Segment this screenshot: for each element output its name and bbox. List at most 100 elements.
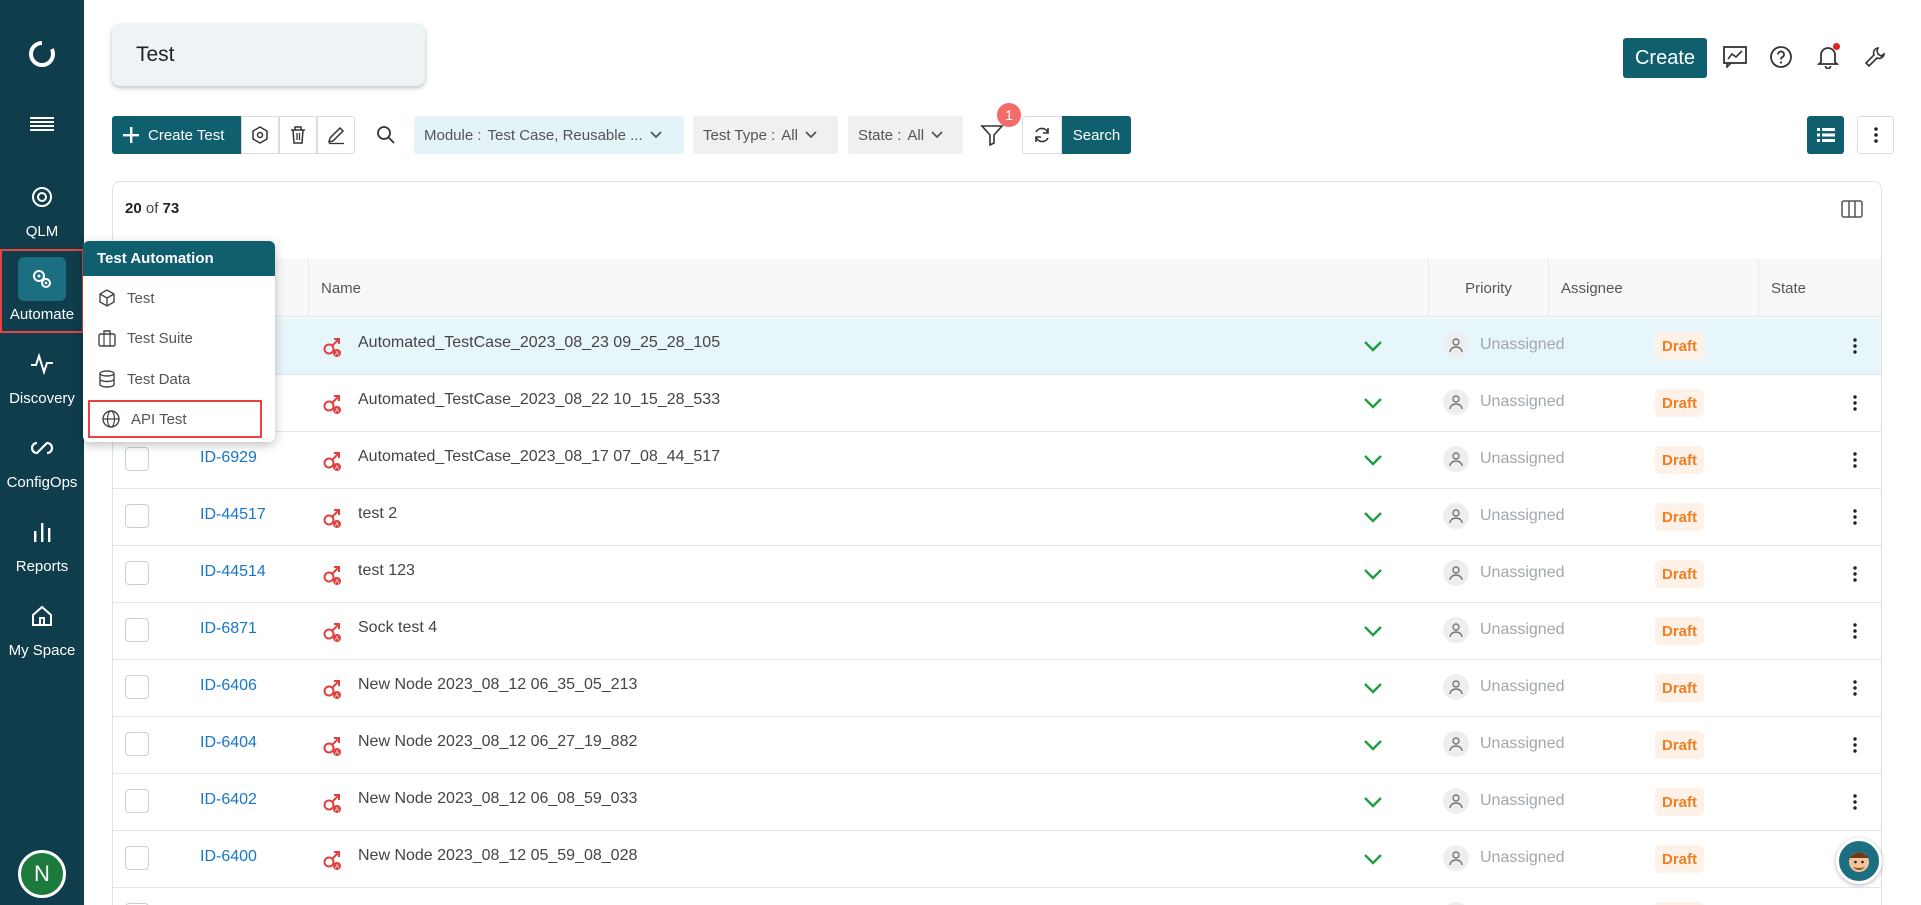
row-more-icon[interactable] <box>1843 334 1867 358</box>
sidebar-item-automate[interactable]: Automate <box>0 249 84 333</box>
table-row[interactable]: A Automated_TestCase_2023_08_23 09_25_28_… <box>113 318 1881 375</box>
sidebar-item-qlm[interactable]: QLM <box>0 166 84 250</box>
automation-type-icon: A <box>320 505 346 531</box>
row-checkbox[interactable] <box>125 618 149 642</box>
wrench-icon[interactable] <box>1862 44 1888 70</box>
menu-item-api-test[interactable]: API Test <box>87 399 263 439</box>
hamburger-menu-icon[interactable] <box>30 115 54 133</box>
search-button[interactable]: Search <box>1062 116 1131 154</box>
row-name[interactable]: New Node 2023_08_12 05_59_08_028 <box>358 847 637 865</box>
row-id-link[interactable]: ID-6402 <box>200 791 257 809</box>
status-badge: Draft <box>1655 446 1705 474</box>
svg-text:A: A <box>335 409 339 415</box>
filter-icon[interactable] <box>979 122 1005 148</box>
row-id-link[interactable]: ID-6929 <box>200 449 257 467</box>
test-type-filter-dropdown[interactable]: Test Type : All <box>693 116 838 154</box>
column-header-state[interactable]: State <box>1758 259 1921 317</box>
edit-button[interactable] <box>317 116 355 154</box>
status-badge: Draft <box>1655 503 1705 531</box>
row-name[interactable]: test 123 <box>358 562 415 580</box>
table-row[interactable]: ID-6406 A New Node 2023_08_12 06_35_05_213… <box>113 660 1881 717</box>
column-header-priority[interactable]: Priority <box>1428 259 1548 317</box>
list-view-button[interactable] <box>1807 116 1844 154</box>
row-name[interactable]: New Node 2023_08_12 06_08_59_033 <box>358 790 637 808</box>
row-more-icon[interactable] <box>1843 562 1867 586</box>
row-id-link[interactable]: ID-44517 <box>200 506 266 524</box>
test-type-filter-value: All <box>781 126 798 144</box>
avatar[interactable]: N <box>18 850 66 898</box>
row-more-icon[interactable] <box>1843 448 1867 472</box>
row-name[interactable]: New Node 2023_08_12 06_27_19_882 <box>358 733 637 751</box>
chatbot-avatar[interactable] <box>1836 838 1882 884</box>
status-badge: Draft <box>1655 674 1705 702</box>
column-header-name[interactable]: Name <box>308 259 1428 317</box>
row-assignee: Unassigned <box>1480 564 1565 581</box>
table-row[interactable]: ID-6402 A New Node 2023_08_12 06_08_59_033… <box>113 774 1881 831</box>
row-checkbox[interactable] <box>125 561 149 585</box>
table-row[interactable]: ID-6871 A Sock test 4 Unassigned Draft <box>113 603 1881 660</box>
status-badge: Draft <box>1655 788 1705 816</box>
sidebar-item-discovery[interactable]: Discovery <box>0 333 84 417</box>
menu-item-test[interactable]: Test <box>83 278 275 318</box>
create-button[interactable]: Create <box>1623 38 1707 78</box>
row-name[interactable]: Automated_TestCase_2023_08_22 10_15_28_5… <box>358 391 720 409</box>
row-name[interactable]: test 2 <box>358 505 397 523</box>
row-assignee: Unassigned <box>1480 450 1565 467</box>
table-row[interactable]: ID-44517 Atest 2 Unassigned Draft <box>113 489 1881 546</box>
row-id-link[interactable]: ID-6406 <box>200 677 257 695</box>
row-checkbox[interactable] <box>125 789 149 813</box>
list-view-icon <box>1816 128 1835 142</box>
sidebar-item-my-space[interactable]: My Space <box>0 585 84 669</box>
row-id-link[interactable]: ID-44514 <box>200 563 266 581</box>
status-badge: Draft <box>1655 560 1705 588</box>
row-more-icon[interactable] <box>1843 790 1867 814</box>
state-filter-dropdown[interactable]: State : All <box>848 116 963 154</box>
column-header-assignee[interactable]: Assignee <box>1548 259 1758 317</box>
help-icon[interactable] <box>1768 44 1794 70</box>
bell-icon[interactable] <box>1815 43 1841 70</box>
row-more-icon[interactable] <box>1843 505 1867 529</box>
row-more-icon[interactable] <box>1843 733 1867 757</box>
row-id-link[interactable]: ID-6404 <box>200 734 257 752</box>
menu-item-test-suite[interactable]: Test Suite <box>83 318 275 358</box>
row-id-link[interactable]: ID-6871 <box>200 620 257 638</box>
row-more-icon[interactable] <box>1843 391 1867 415</box>
row-checkbox[interactable] <box>125 675 149 699</box>
refresh-button[interactable] <box>1022 116 1062 154</box>
module-filter-dropdown[interactable]: Module : Test Case, Reusable ... <box>414 116 684 154</box>
sidebar-item-reports[interactable]: Reports <box>0 501 84 585</box>
table-row[interactable]: A Automated_TestCase_2023_08_22 10_15_28_… <box>113 375 1881 432</box>
row-more-icon[interactable] <box>1843 676 1867 700</box>
user-icon <box>1443 674 1469 700</box>
row-checkbox[interactable] <box>125 504 149 528</box>
chevron-down-icon <box>649 131 662 139</box>
create-test-button[interactable]: Create Test <box>112 116 241 154</box>
automation-type-icon: A <box>320 391 346 417</box>
row-more-icon[interactable] <box>1843 619 1867 643</box>
row-name[interactable]: Automated_TestCase_2023_08_17 07_08_44_5… <box>358 448 720 466</box>
table-row[interactable]: ID-44514 Atest 123 Unassigned Draft <box>113 546 1881 603</box>
more-options-button[interactable] <box>1857 116 1894 154</box>
logo-icon[interactable] <box>26 38 58 70</box>
row-checkbox[interactable] <box>125 447 149 471</box>
row-id-link[interactable]: ID-6400 <box>200 848 257 866</box>
table-row[interactable]: ID-6400 A New Node 2023_08_12 05_59_08_028… <box>113 831 1881 888</box>
delete-button[interactable] <box>279 116 317 154</box>
table-row[interactable]: ID-6398ANew Node 2023_08_12 05_46_38_033… <box>113 888 1881 905</box>
row-checkbox[interactable] <box>125 732 149 756</box>
plus-icon <box>123 127 139 143</box>
feedback-icon[interactable] <box>1722 44 1748 70</box>
sidebar-item-configops[interactable]: ConfigOps <box>0 417 84 501</box>
row-checkbox[interactable] <box>125 846 149 870</box>
row-name[interactable]: New Node 2023_08_12 06_35_05_213 <box>358 676 637 694</box>
row-name[interactable]: Sock test 4 <box>358 619 437 637</box>
search-icon[interactable] <box>375 124 397 146</box>
columns-icon[interactable] <box>1841 199 1863 219</box>
table-row[interactable]: ID-6404 A New Node 2023_08_12 06_27_19_882… <box>113 717 1881 774</box>
row-name[interactable]: Automated_TestCase_2023_08_23 09_25_28_1… <box>358 334 720 352</box>
row-assignee: Unassigned <box>1480 792 1565 809</box>
qlm-icon <box>29 184 55 210</box>
automate-action-button[interactable] <box>241 116 279 154</box>
menu-item-test-data[interactable]: Test Data <box>83 359 275 399</box>
table-row[interactable]: ID-6929 A Automated_TestCase_2023_08_17 07… <box>113 432 1881 489</box>
